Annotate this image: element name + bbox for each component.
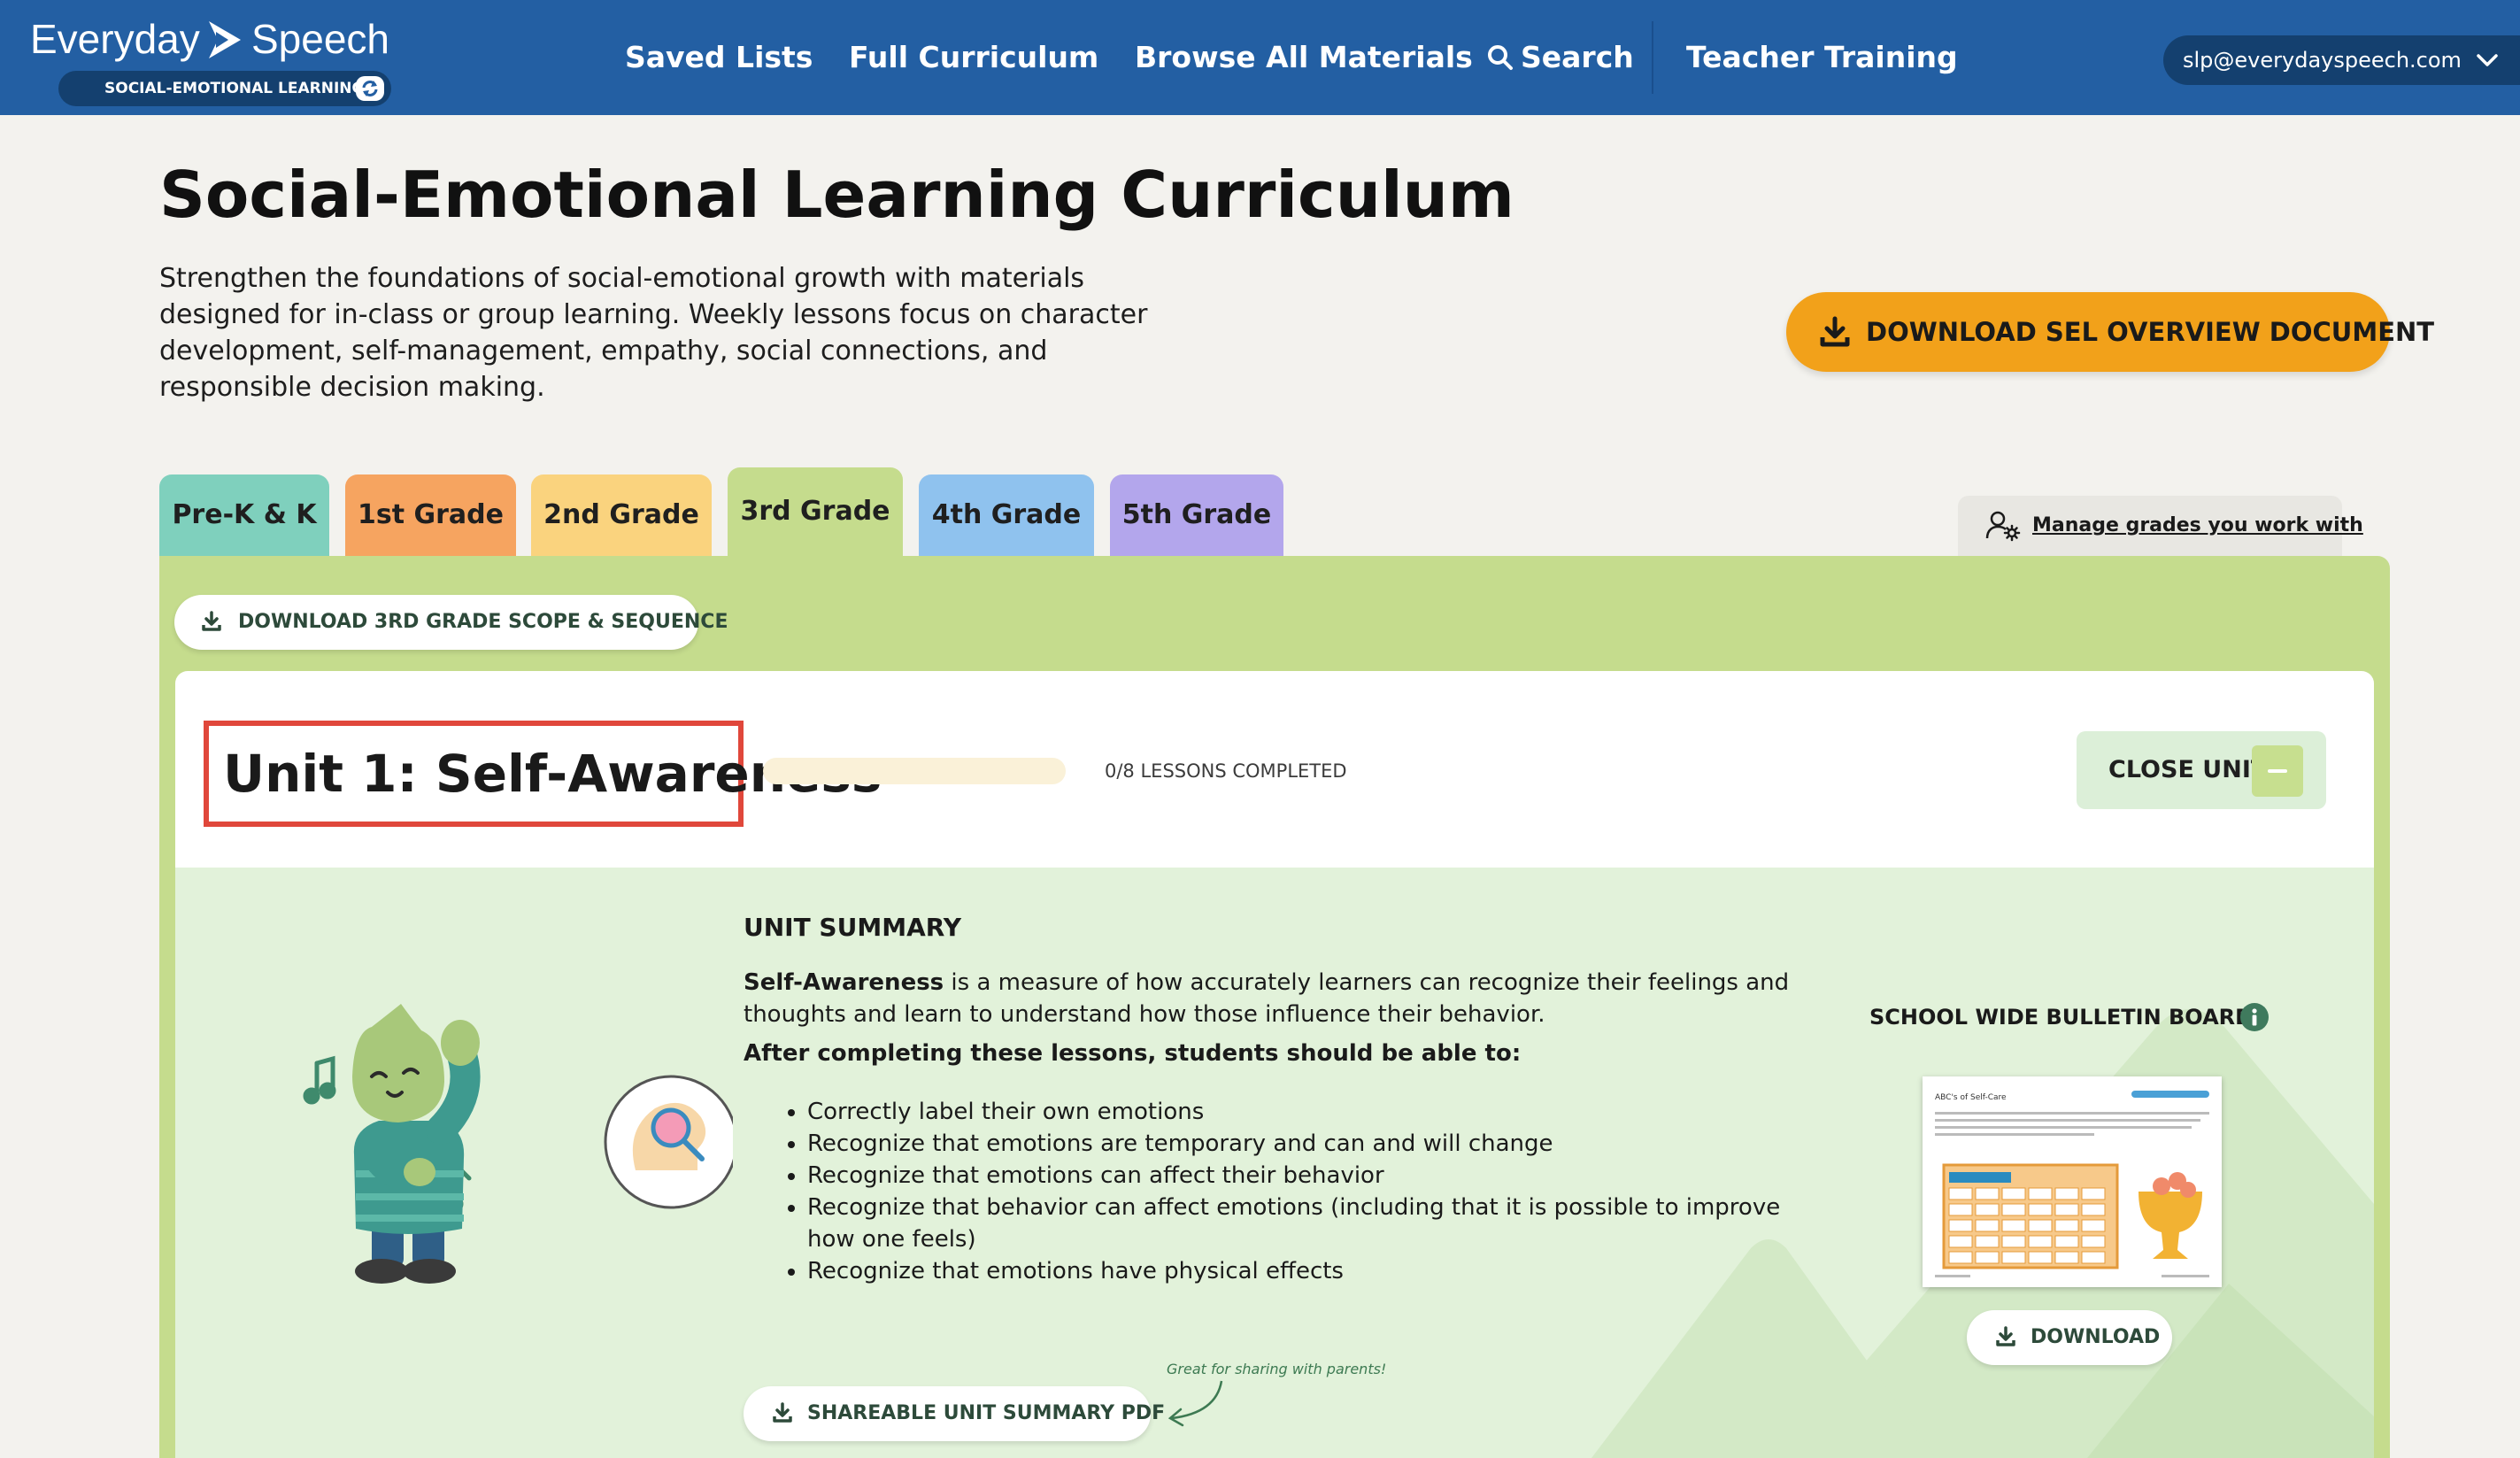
nav-search-label: Search [1521,40,1634,74]
nav-search[interactable]: Search [1487,35,1634,80]
switch-program-icon[interactable] [356,76,384,101]
info-icon[interactable] [2239,1002,2270,1032]
objective-item: Recognize that emotions can affect their… [807,1160,1832,1192]
thumbnail-title: ABC's of Self-Care [1935,1093,2007,1102]
tab-3rd-grade[interactable]: 3rd Grade [728,467,903,556]
unit-summary-heading: UNIT SUMMARY [744,913,962,942]
objective-item: Recognize that emotions are temporary an… [807,1128,1832,1160]
tab-label: 1st Grade [358,499,504,530]
download-icon [1996,1326,2015,1346]
bulletin-board-heading: SCHOOL WIDE BULLETIN BOARD [1869,1005,2254,1030]
download-icon [1820,316,1850,347]
bulletin-download-button[interactable]: DOWNLOAD [1967,1310,2172,1365]
account-menu[interactable]: slp@everydayspeech.com [2163,35,2520,85]
lessons-completed-count: 0/8 LESSONS COMPLETED [1105,760,1347,782]
nav-browse-all-materials[interactable]: Browse All Materials [1135,35,1473,80]
music-note-icon [303,1055,336,1105]
objectives-heading: After completing these lessons, students… [744,1040,1522,1067]
objective-item: Recognize that behavior can affect emoti… [807,1192,1832,1255]
tab-4th-grade[interactable]: 4th Grade [919,474,1094,556]
objective-item: Correctly label their own emotions [807,1096,1832,1128]
page-title: Social-Emotional Learning Curriculum [159,158,1514,232]
tab-2nd-grade[interactable]: 2nd Grade [531,474,712,556]
download-icon [773,1402,792,1423]
tab-5th-grade[interactable]: 5th Grade [1110,474,1283,556]
curved-arrow-icon [1168,1380,1223,1427]
tab-label: 3rd Grade [740,496,890,527]
user-settings-icon [1985,511,2021,542]
share-note: Great for sharing with parents! [1167,1361,1387,1377]
unit-summary-term: Self-Awareness [744,969,944,996]
logo-word-speech: Speech [251,16,390,62]
nav-divider [1652,21,1653,94]
unit-progress-bar [763,758,1066,784]
close-unit-label: CLOSE UNIT [2108,756,2268,783]
bulletin-board-preview-image: ABC's of Self-Care [1923,1076,2222,1287]
search-icon [1487,39,1514,70]
nav-saved-lists[interactable]: Saved Lists [625,35,813,80]
chevron-down-icon [2477,54,2498,66]
tab-label: Pre-K & K [172,499,317,530]
download-sel-overview-button[interactable]: DOWNLOAD SEL OVERVIEW DOCUMENT [1786,292,2434,372]
objectives-list: Correctly label their own emotions Recog… [744,1096,1832,1287]
minus-icon [2252,745,2303,797]
page-description: Strengthen the foundations of social-emo… [159,263,1148,403]
tab-label: 5th Grade [1121,499,1272,530]
tab-label: 4th Grade [931,499,1082,530]
bulletin-download-label: DOWNLOAD [2031,1326,2161,1348]
shareable-unit-summary-button[interactable]: SHAREABLE UNIT SUMMARY PDF [744,1386,1165,1441]
logo-word-everyday: Everyday [30,16,200,62]
unit-summary-section: UNIT SUMMARY Self-Awareness is a measure… [175,868,2374,1458]
unit-summary-text: Self-Awareness is a measure of how accur… [744,967,1823,1030]
nav-teacher-training[interactable]: Teacher Training [1686,35,1958,80]
download-scope-sequence-button[interactable]: DOWNLOAD 3RD GRADE SCOPE & SEQUENCE [174,595,728,650]
tab-pre-k-k[interactable]: Pre-K & K [159,474,329,556]
nav-full-curriculum[interactable]: Full Curriculum [849,35,1098,80]
unit-card: Unit 1: Self-Awareness 0/8 LESSONS COMPL… [175,671,2374,1458]
shareable-unit-summary-label: SHAREABLE UNIT SUMMARY PDF [807,1402,1166,1424]
bulletin-board-thumbnail[interactable]: ABC's of Self-Care [1923,1076,2222,1287]
objective-item: Recognize that emotions have physical ef… [807,1255,1832,1287]
tab-label: 2nd Grade [543,499,699,530]
refresh-icon [362,81,378,96]
mascot-illustration [303,1004,733,1284]
top-navigation-bar: Everyday Speech SOCIAL-EMOTIONAL LEARNIN… [0,0,2520,115]
program-switcher-badge[interactable]: SOCIAL-EMOTIONAL LEARNING [58,71,391,106]
download-scope-sequence-label: DOWNLOAD 3RD GRADE SCOPE & SEQUENCE [238,611,728,633]
manage-grades-link[interactable]: Manage grades you work with [1958,496,2363,556]
download-sel-overview-label: DOWNLOAD SEL OVERVIEW DOCUMENT [1866,317,2435,347]
manage-grades-label: Manage grades you work with [2032,514,2363,536]
account-email: slp@everydayspeech.com [2183,48,2462,73]
download-icon [202,611,221,631]
program-name: SOCIAL-EMOTIONAL LEARNING [104,80,365,97]
close-unit-button[interactable]: CLOSE UNIT [2077,731,2326,809]
tab-1st-grade[interactable]: 1st Grade [345,474,516,556]
logo-play-icon [209,21,241,58]
